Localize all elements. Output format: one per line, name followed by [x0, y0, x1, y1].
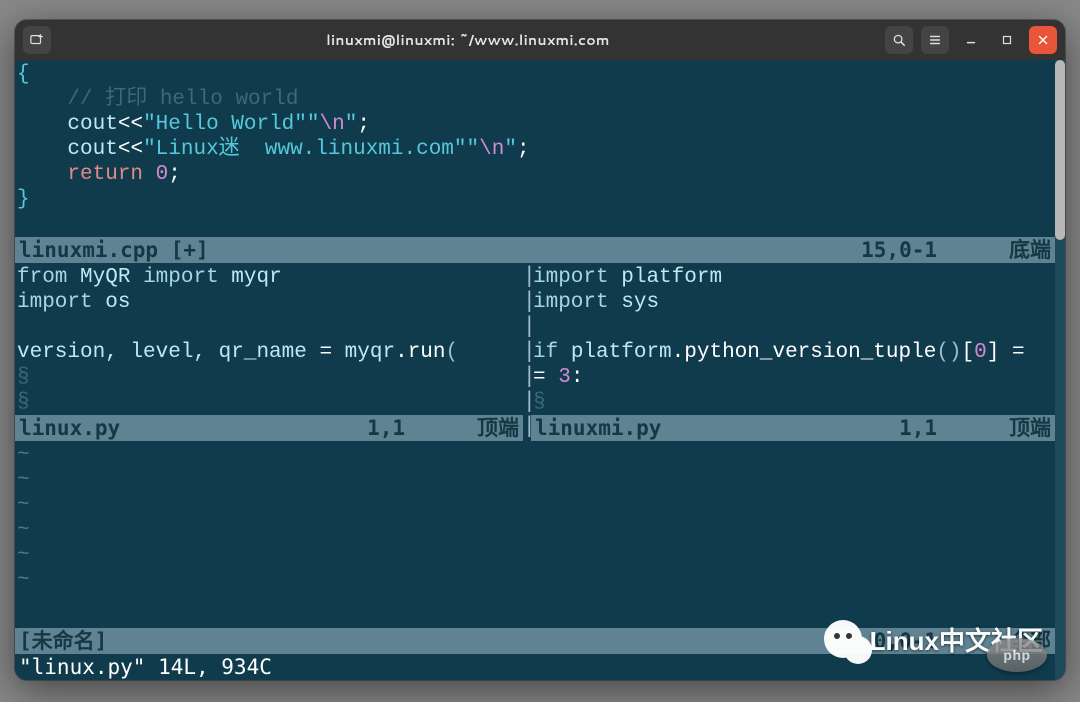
status-filename: [未命名]	[19, 629, 107, 654]
new-tab-button[interactable]	[23, 26, 51, 54]
status-filename: linuxmi.cpp [+]	[19, 238, 209, 263]
close-icon	[1036, 33, 1050, 47]
close-button[interactable]	[1029, 26, 1057, 54]
pane-cpp[interactable]: { // 打印 hello world cout<<"Hello World""…	[15, 60, 1055, 237]
code-linux-py[interactable]: from MyQR import myqr import os version,…	[17, 265, 523, 415]
code-linuxmi-py[interactable]: import platform import sys if platform.p…	[533, 265, 1055, 415]
status-scroll: 顶端	[1009, 416, 1051, 441]
terminal-window: linuxmi@linuxmi: ~/www.linuxmi.com	[15, 20, 1065, 680]
status-linux-py: linux.py 1,1 顶端	[15, 415, 523, 441]
minimize-icon	[964, 33, 978, 47]
tab-plus-icon	[30, 33, 44, 47]
scrollbar[interactable]	[1055, 60, 1065, 680]
vertical-split[interactable]: | | | | | | |	[523, 263, 531, 441]
minimize-button[interactable]	[957, 26, 985, 54]
status-linuxmi-py: linuxmi.py 1,1 顶端	[531, 415, 1055, 441]
status-position: 0,0-1	[874, 629, 1009, 654]
status-scroll: 顶端	[477, 416, 519, 441]
search-icon	[892, 33, 906, 47]
scrollbar-thumb[interactable]	[1055, 60, 1065, 240]
vim-cmdline[interactable]: "linux.py" 14L, 934C	[15, 654, 1055, 680]
hamburger-icon	[928, 33, 942, 47]
status-scroll: 全部	[1009, 629, 1051, 654]
search-button[interactable]	[885, 26, 913, 54]
maximize-icon	[1000, 33, 1014, 47]
pane-linuxmi-py[interactable]: import platform import sys if platform.p…	[531, 263, 1055, 415]
cmdline-text: "linux.py" 14L, 934C	[19, 655, 272, 680]
status-unnamed: [未命名] 0,0-1 全部	[15, 628, 1055, 654]
status-filename: linux.py	[19, 416, 120, 441]
status-scroll: 底端	[1009, 238, 1051, 263]
pane-unnamed[interactable]: ~~~~~~	[15, 441, 1055, 654]
status-position: 1,1	[899, 416, 1009, 441]
code-cpp[interactable]: { // 打印 hello world cout<<"Hello World""…	[17, 62, 1055, 212]
editor-content: { // 打印 hello world cout<<"Hello World""…	[15, 60, 1055, 680]
status-cpp: linuxmi.cpp [+] 15,0-1 底端	[15, 237, 1055, 263]
code-unnamed[interactable]: ~~~~~~	[17, 443, 1055, 593]
status-position: 1,1	[367, 416, 477, 441]
titlebar: linuxmi@linuxmi: ~/www.linuxmi.com	[15, 20, 1065, 60]
window-title: linuxmi@linuxmi: ~/www.linuxmi.com	[326, 30, 610, 50]
status-filename: linuxmi.py	[535, 416, 661, 441]
status-position: 15,0-1	[861, 238, 1009, 263]
maximize-button[interactable]	[993, 26, 1021, 54]
hamburger-menu-button[interactable]	[921, 26, 949, 54]
pane-linux-py[interactable]: from MyQR import myqr import os version,…	[15, 263, 523, 415]
